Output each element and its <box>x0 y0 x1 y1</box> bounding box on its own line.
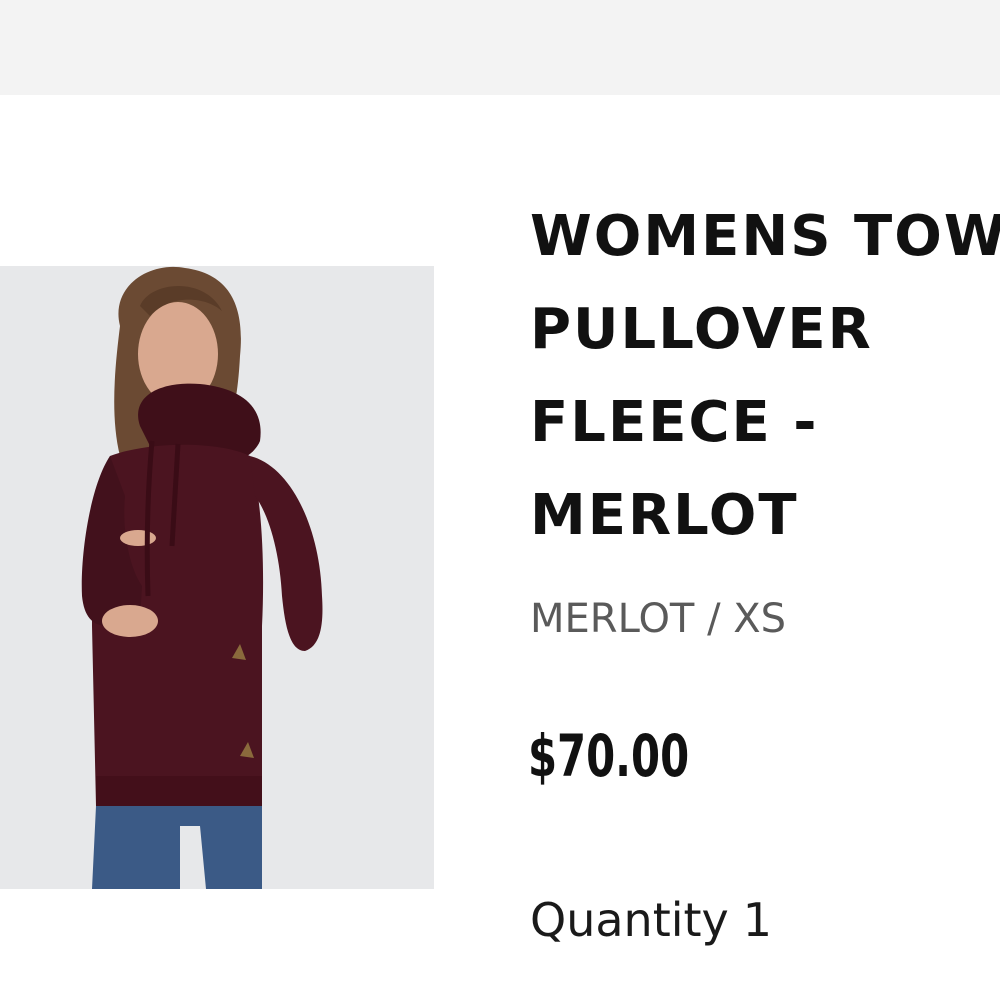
top-bar <box>0 0 1000 95</box>
product-title: WOMENS TOWER PULLOVER FLEECE - MERLOT <box>530 190 1000 562</box>
product-title-line: MERLOT <box>530 483 799 548</box>
product-image[interactable] <box>0 266 434 889</box>
product-variant: MERLOT / XS <box>530 596 787 642</box>
quantity-value[interactable]: 1 <box>743 893 772 947</box>
product-title-line: FLEECE - <box>530 390 819 455</box>
product-photo <box>0 266 434 889</box>
product-price: $70.00 <box>528 722 690 790</box>
product-title-line: WOMENS TOWER <box>530 204 1000 269</box>
quantity-label: Quantity <box>530 893 729 947</box>
product-title-line: PULLOVER <box>530 297 873 362</box>
quantity-selector[interactable]: Quantity 1 <box>530 888 772 952</box>
product-details: WOMENS TOWER PULLOVER FLEECE - MERLOT <box>530 190 1000 562</box>
